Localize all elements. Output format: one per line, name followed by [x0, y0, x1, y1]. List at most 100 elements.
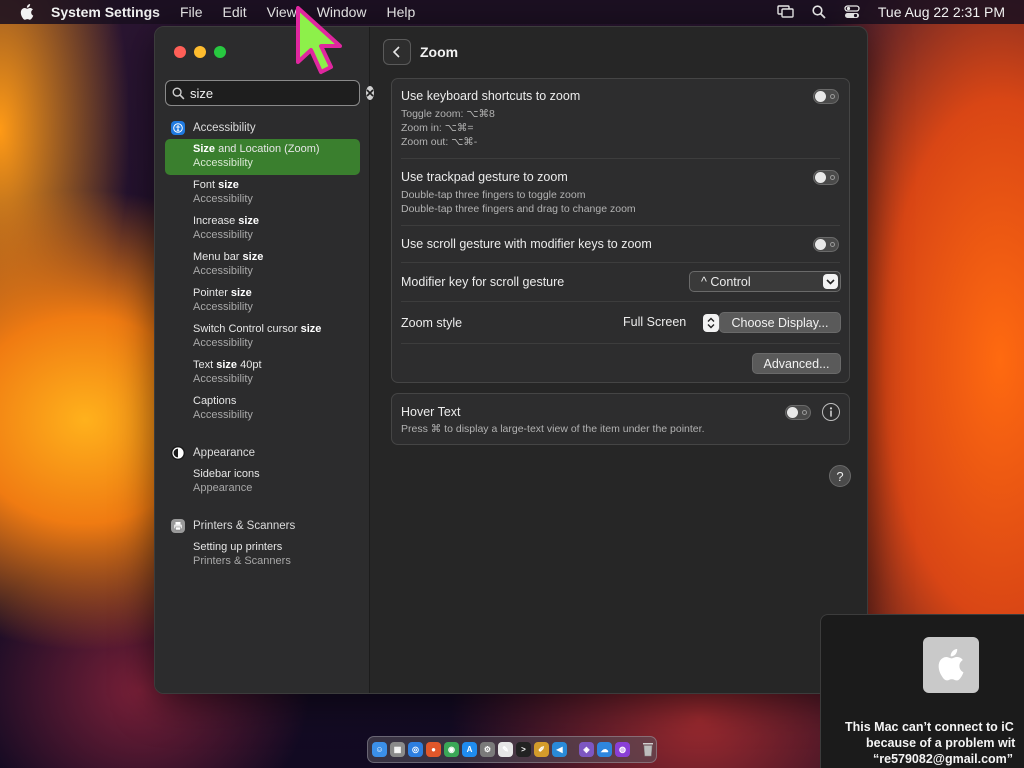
- app-name-menu[interactable]: System Settings: [51, 4, 160, 20]
- shortcut-toggle-zoom: Toggle zoom: ⌥⌘8: [401, 108, 495, 120]
- result-title: Menu bar size: [193, 251, 264, 263]
- help-button[interactable]: ?: [829, 465, 851, 487]
- icloud-error-notification[interactable]: This Mac can’t connect to iC because of …: [820, 614, 1024, 768]
- search-result-text-size[interactable]: Text size 40pt Accessibility: [165, 355, 360, 391]
- search-result-switch-control-cursor-size[interactable]: Switch Control cursor size Accessibility: [165, 319, 360, 355]
- dock: ☺ ▦ ◎ ● ◉ A ⚙ ✎ > ✐ ◀ ◈ ☁ ◍: [367, 736, 657, 763]
- system-settings-icon[interactable]: ⚙: [480, 742, 495, 757]
- group-title: Accessibility: [193, 122, 256, 134]
- safari-icon[interactable]: ◎: [408, 742, 423, 757]
- trackpad-gesture-row: Use trackpad gesture to zoom Double-tap …: [401, 159, 840, 226]
- info-icon[interactable]: [822, 403, 840, 421]
- chrome-icon[interactable]: ◉: [444, 742, 459, 757]
- back-button[interactable]: [383, 39, 411, 65]
- search-result-size-location-zoom[interactable]: Size and Location (Zoom) Accessibility: [165, 139, 360, 175]
- notification-line: because of a problem wit: [866, 736, 1016, 750]
- row-label: Use keyboard shortcuts to zoom: [401, 89, 581, 103]
- zoom-settings-pane: Zoom Use keyboard shortcuts to zoom Togg…: [371, 27, 867, 693]
- search-group-accessibility: Accessibility Size and Location (Zoom) A…: [165, 117, 360, 427]
- popup-value: ^ Control: [701, 274, 751, 289]
- dock-apps: ☺ ▦ ◎ ● ◉ A ⚙ ✎ > ✐ ◀: [372, 742, 570, 757]
- zoom-options-card: Use keyboard shortcuts to zoom Toggle zo…: [391, 78, 850, 383]
- advanced-row: Advanced...: [401, 344, 841, 382]
- launchpad-icon[interactable]: ▦: [390, 742, 405, 757]
- paintbrush-icon[interactable]: ✐: [534, 742, 549, 757]
- scroll-gesture-row: Use scroll gesture with modifier keys to…: [401, 226, 840, 263]
- printer-icon: [171, 519, 185, 533]
- finder-icon[interactable]: ☺: [372, 742, 387, 757]
- notification-line: This Mac can’t connect to iC: [845, 720, 1014, 734]
- podcast-icon[interactable]: ◍: [615, 742, 630, 757]
- search-result-sidebar-icons[interactable]: Sidebar icons Appearance: [165, 464, 360, 500]
- onedrive-icon[interactable]: ☁: [597, 742, 612, 757]
- firefox-icon[interactable]: ●: [426, 742, 441, 757]
- menu-view[interactable]: View: [267, 4, 297, 20]
- apple-menu-icon[interactable]: [17, 2, 37, 22]
- result-subtitle: Accessibility: [193, 409, 253, 421]
- row-label: Hover Text: [401, 405, 461, 419]
- group-title: Appearance: [193, 447, 256, 459]
- result-title: Captions: [193, 395, 237, 407]
- result-subtitle: Accessibility: [193, 265, 253, 277]
- group-header[interactable]: Appearance: [165, 442, 360, 464]
- result-subtitle: Accessibility: [193, 301, 253, 313]
- group-title: Printers & Scanners: [193, 520, 296, 532]
- scroll-gesture-toggle[interactable]: [813, 237, 839, 252]
- search-result-increase-size[interactable]: Increase size Accessibility: [165, 211, 360, 247]
- row-description: Press ⌘ to display a large-text view of …: [401, 423, 705, 435]
- hover-text-toggle[interactable]: [785, 405, 811, 420]
- chevron-left-icon: [392, 46, 400, 58]
- screen-mirroring-icon[interactable]: [777, 3, 795, 21]
- dock-recent-apps: ◈ ☁ ◍: [579, 742, 633, 757]
- result-title: Sidebar icons: [193, 468, 260, 480]
- vs-icon[interactable]: ◈: [579, 742, 594, 757]
- zoom-style-stepper-icon[interactable]: [703, 314, 719, 332]
- textedit-icon[interactable]: ✎: [498, 742, 513, 757]
- spotlight-search-icon[interactable]: [810, 3, 828, 21]
- sidebar: Accessibility Size and Location (Zoom) A…: [155, 27, 374, 693]
- close-window-button[interactable]: [174, 46, 186, 58]
- row-label: Modifier key for scroll gesture: [401, 275, 565, 289]
- result-title: Switch Control cursor size: [193, 323, 322, 335]
- row-description: Double-tap three fingers to toggle zoom: [401, 189, 586, 201]
- keyboard-shortcuts-toggle[interactable]: [813, 89, 839, 104]
- search-input[interactable]: [185, 85, 366, 101]
- advanced-button[interactable]: Advanced...: [752, 353, 841, 374]
- result-title: Size and Location (Zoom): [193, 143, 320, 155]
- group-header[interactable]: Printers & Scanners: [165, 515, 360, 537]
- search-group-appearance: Appearance Sidebar icons Appearance: [165, 442, 360, 500]
- terminal-icon[interactable]: >: [516, 742, 531, 757]
- search-result-setting-up-printers[interactable]: Setting up printers Printers & Scanners: [165, 537, 360, 573]
- control-center-icon[interactable]: [843, 3, 861, 21]
- search-result-captions[interactable]: Captions Accessibility: [165, 391, 360, 427]
- modifier-key-popup[interactable]: ^ Control: [689, 271, 841, 292]
- page-title: Zoom: [420, 44, 459, 60]
- shortcut-zoom-in: Zoom in: ⌥⌘=: [401, 122, 474, 134]
- search-result-font-size[interactable]: Font size Accessibility: [165, 175, 360, 211]
- menu-edit[interactable]: Edit: [223, 4, 247, 20]
- result-title: Font size: [193, 179, 239, 191]
- row-label: Zoom style: [401, 316, 463, 330]
- menu-file[interactable]: File: [180, 4, 203, 20]
- vscode-icon[interactable]: ◀: [552, 742, 567, 757]
- choose-display-button[interactable]: Choose Display...: [719, 312, 841, 333]
- row-label: Use trackpad gesture to zoom: [401, 170, 568, 184]
- search-result-menu-bar-size[interactable]: Menu bar size Accessibility: [165, 247, 360, 283]
- menu-help[interactable]: Help: [387, 4, 416, 20]
- trackpad-gesture-toggle[interactable]: [813, 170, 839, 185]
- menu-bar-clock[interactable]: Tue Aug 22 2:31 PM: [878, 4, 1005, 20]
- pane-header: Zoom: [383, 39, 458, 65]
- search-result-pointer-size[interactable]: Pointer size Accessibility: [165, 283, 360, 319]
- hover-text-row: Hover Text Press ⌘ to display a large-te…: [401, 394, 840, 444]
- result-subtitle: Printers & Scanners: [193, 555, 291, 567]
- trash-icon[interactable]: [642, 742, 654, 757]
- result-title: Pointer size: [193, 287, 252, 299]
- sidebar-search-field: [165, 80, 374, 106]
- minimize-window-button[interactable]: [194, 46, 206, 58]
- app-store-icon[interactable]: A: [462, 742, 477, 757]
- search-icon: [172, 85, 185, 101]
- group-header[interactable]: Accessibility: [165, 117, 360, 139]
- system-settings-window: Accessibility Size and Location (Zoom) A…: [154, 26, 868, 694]
- zoom-window-button[interactable]: [214, 46, 226, 58]
- zoom-style-value[interactable]: Full Screen: [623, 315, 686, 329]
